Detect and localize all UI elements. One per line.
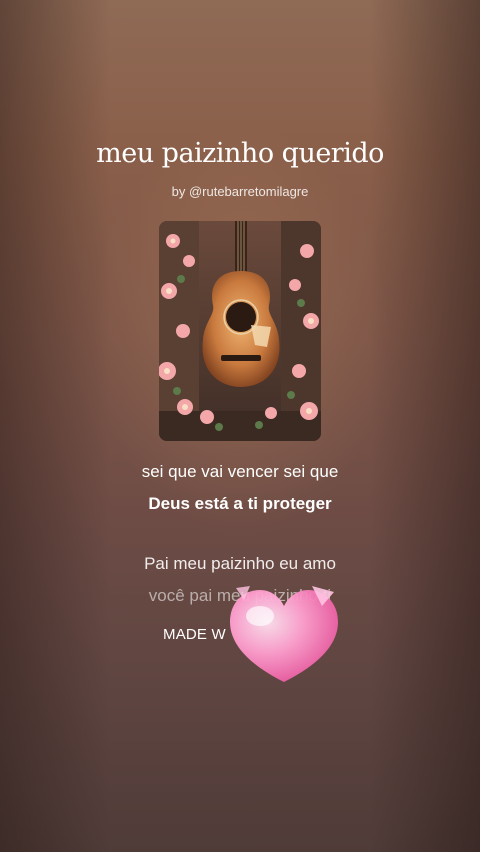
guitar-artwork-icon [159,221,321,441]
pink-heart-sticker-icon[interactable] [226,582,342,686]
song-byline[interactable]: by @rutebarretomilagre [0,184,480,199]
lyric-line-current: Deus está a ti proteger [148,494,332,513]
album-cover[interactable] [159,221,321,441]
lyric-line-3: Pai meu paizinho eu amo [144,554,336,573]
watermark-text: MADE W [163,626,226,643]
song-title: meu paizinho querido [96,138,384,169]
lyric-line-1: sei que vai vencer sei que [141,462,339,481]
